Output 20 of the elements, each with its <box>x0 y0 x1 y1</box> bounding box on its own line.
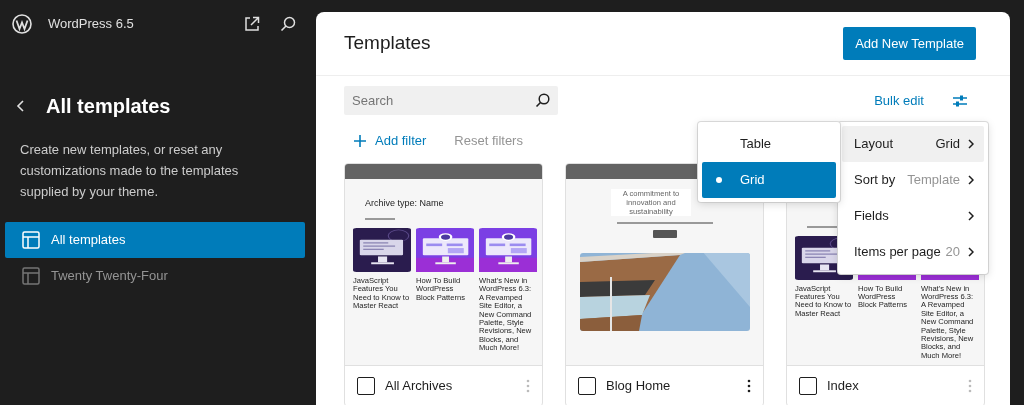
add-template-button[interactable]: Add New Template <box>843 27 976 60</box>
template-title: All Archives <box>385 376 453 395</box>
preview-heading: Archive type: Name <box>365 196 445 210</box>
description: Create new templates, or reset any customizations made to the templates supplied by your theme. <box>19 141 240 201</box>
site-title: WordPress 6.5 <box>48 15 134 34</box>
menu-item[interactable]: Fields <box>842 198 984 234</box>
page-heading: Templates <box>344 31 431 56</box>
menu-option[interactable]: Grid <box>702 162 836 198</box>
page-title: All templates <box>46 94 171 119</box>
menu-item[interactable]: Sort by Template <box>842 162 984 198</box>
bulk-edit-link[interactable]: Bulk edit <box>874 90 924 111</box>
template-title: Blog Home <box>606 376 671 395</box>
reset-filters-button[interactable]: Reset filters <box>448 130 529 152</box>
template-title: Index <box>827 376 859 395</box>
search-field[interactable]: Search <box>344 86 558 115</box>
sidebar-item[interactable]: All templates <box>5 222 305 258</box>
sidebar-item[interactable]: Twenty Twenty-Four <box>5 258 305 294</box>
add-filter-button[interactable]: Add filter <box>354 131 427 151</box>
menu-item[interactable]: Layout Grid <box>842 126 984 162</box>
menu-option[interactable]: Table <box>702 126 836 162</box>
